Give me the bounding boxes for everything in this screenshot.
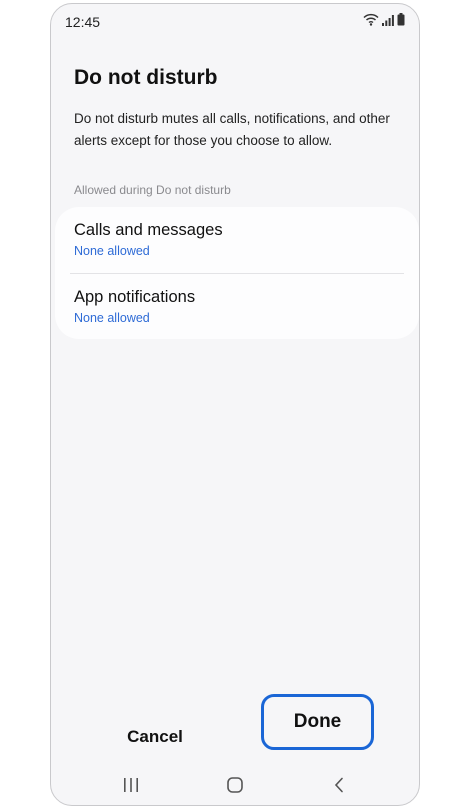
battery-icon <box>397 13 405 31</box>
calls-and-messages-item[interactable]: Calls and messages None allowed <box>74 221 403 258</box>
item-title: Calls and messages <box>74 221 223 239</box>
home-icon[interactable] <box>215 772 255 798</box>
page-title: Do not disturb <box>74 66 218 89</box>
item-subtitle: None allowed <box>74 311 150 325</box>
recents-icon[interactable] <box>111 772 151 798</box>
allowed-settings-card: Calls and messages None allowed App noti… <box>55 207 419 339</box>
status-bar: 12:45 <box>51 4 419 38</box>
done-button-highlight: Done <box>261 694 374 750</box>
divider <box>70 273 404 274</box>
section-header: Allowed during Do not disturb <box>74 183 231 197</box>
wifi-icon <box>363 13 379 31</box>
navigation-bar <box>51 764 419 804</box>
phone-screen: 12:45 Do not disturb Do not disturb mute… <box>50 3 420 806</box>
back-icon[interactable] <box>319 772 359 798</box>
cancel-button[interactable]: Cancel <box>95 720 215 754</box>
item-subtitle: None allowed <box>74 244 150 258</box>
page-description: Do not disturb mutes all calls, notifica… <box>74 111 390 148</box>
status-icons <box>363 13 405 31</box>
app-notifications-item[interactable]: App notifications None allowed <box>74 288 403 325</box>
status-time: 12:45 <box>65 14 101 30</box>
signal-icon <box>382 13 394 31</box>
item-title: App notifications <box>74 288 196 306</box>
done-button[interactable]: Done <box>264 697 371 747</box>
